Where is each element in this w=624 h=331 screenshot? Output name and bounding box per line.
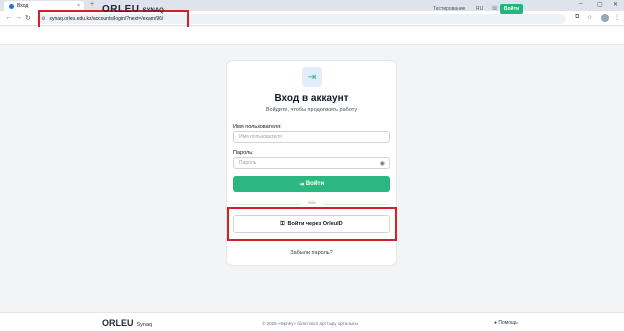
- username-input[interactable]: Имя пользователя: [233, 131, 390, 143]
- login-arrow-small-icon: ⇥: [298, 181, 304, 188]
- footer-logo[interactable]: ORLEU Synaq: [102, 318, 152, 328]
- nav-link-testing[interactable]: Тестирование: [433, 6, 465, 12]
- profile-avatar[interactable]: [601, 14, 609, 22]
- close-window-icon[interactable]: ✕: [613, 1, 618, 8]
- translate-icon[interactable]: ⧉: [575, 14, 579, 21]
- orleu-id-highlight-box: [227, 207, 397, 241]
- phone-icon[interactable]: ☏: [491, 5, 499, 12]
- forgot-password-link[interactable]: Забыли пароль?: [226, 250, 397, 256]
- submit-login-button[interactable]: ⇥ Войти: [233, 176, 390, 192]
- reload-icon[interactable]: ↻: [25, 14, 31, 22]
- forward-icon[interactable]: →: [15, 14, 22, 21]
- page-title: Вход в аккаунт: [274, 93, 349, 104]
- help-link[interactable]: ● Помощь: [494, 320, 518, 326]
- new-tab-button[interactable]: +: [90, 1, 94, 8]
- minimize-icon[interactable]: –: [579, 1, 582, 7]
- favicon-icon: [9, 3, 14, 9]
- help-circle-icon: ●: [494, 320, 498, 326]
- site-header: [0, 27, 624, 45]
- back-icon[interactable]: ←: [5, 14, 12, 21]
- language-switch[interactable]: RU: [476, 6, 483, 12]
- maximize-icon[interactable]: ▢: [597, 1, 603, 8]
- tab-close-icon[interactable]: ×: [77, 3, 80, 9]
- page-subtitle: Войдите, чтобы продолжить работу: [265, 107, 358, 113]
- tab-title: Вход: [17, 3, 29, 9]
- username-placeholder: Имя пользователя: [239, 134, 282, 140]
- password-placeholder: Пароль: [239, 160, 257, 166]
- footer-copyright: © 2026 «Өрлеу» біліктілікті арттыру орта…: [262, 321, 358, 326]
- password-input[interactable]: Пароль ◉: [233, 157, 390, 169]
- site-logo[interactable]: ORLEU SYNAQ: [102, 4, 164, 15]
- divider-text: или: [300, 200, 324, 205]
- header-login-button[interactable]: Войти: [500, 4, 523, 14]
- bookmark-star-icon[interactable]: ☆: [587, 14, 592, 21]
- password-label: Пароль:: [233, 150, 254, 156]
- login-arrow-icon: ⇥: [302, 67, 322, 87]
- username-label: Имя пользователя:: [233, 124, 282, 130]
- eye-icon[interactable]: ◉: [380, 160, 385, 167]
- menu-kebab-icon[interactable]: ⋮: [614, 14, 620, 21]
